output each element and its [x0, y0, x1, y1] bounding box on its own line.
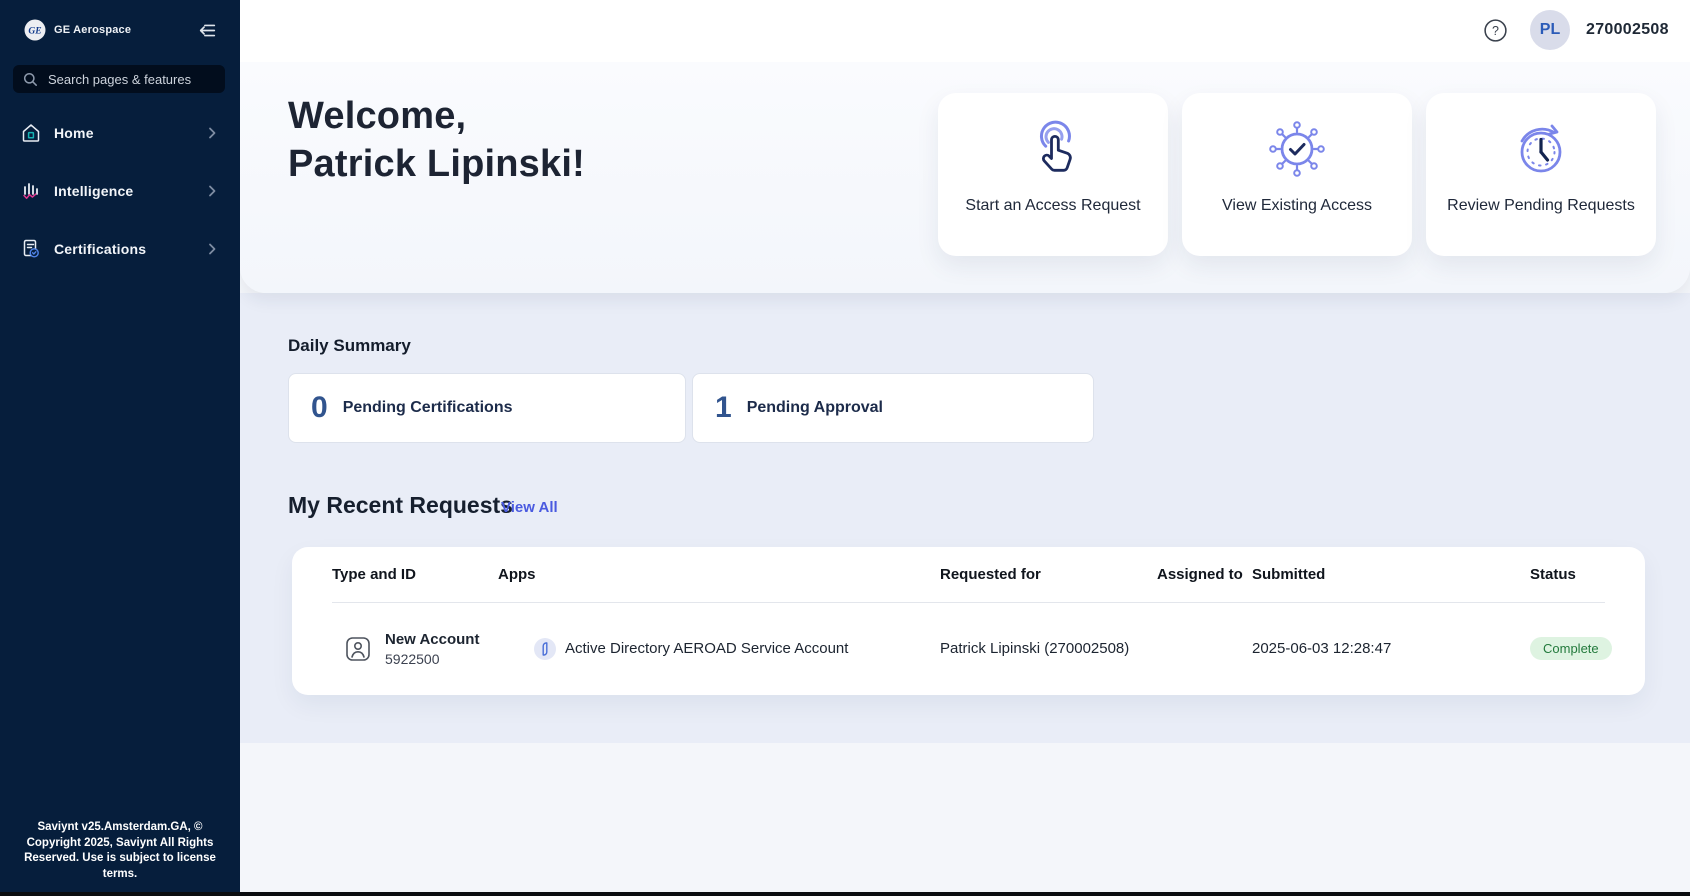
certifications-icon	[20, 238, 42, 260]
chevron-right-icon	[204, 241, 220, 257]
sidebar-item-label: Certifications	[54, 241, 146, 257]
cell-submitted: 2025-06-03 12:28:47	[1252, 640, 1530, 657]
clock-arrow-icon	[1503, 111, 1579, 187]
stat-value: 0	[311, 391, 328, 425]
brand-row: GE GE Aerospace	[0, 14, 240, 46]
sidebar-search	[13, 65, 225, 93]
avatar[interactable]: PL	[1530, 10, 1570, 50]
request-id: 5922500	[385, 651, 479, 667]
column-header-submitted: Submitted	[1252, 566, 1530, 583]
window-bottom-edge	[0, 892, 1690, 896]
stat-label: Pending Approval	[747, 399, 883, 417]
column-header-apps: Apps	[498, 566, 940, 583]
sidebar-item-label: Home	[54, 125, 94, 141]
column-header-type-and-id: Type and ID	[332, 566, 498, 583]
pending-certifications-card[interactable]: 0 Pending Certifications	[288, 373, 686, 443]
stat-value: 1	[715, 391, 732, 425]
quick-action-cards: Start an Access Request View Existing Ac…	[938, 93, 1656, 256]
svg-text:GE: GE	[28, 27, 41, 37]
recent-requests-table: Type and ID Apps Requested for Assigned …	[292, 547, 1645, 695]
column-header-requested-for: Requested for	[940, 566, 1157, 583]
chevron-right-icon	[204, 183, 220, 199]
column-header-assigned-to: Assigned to	[1157, 566, 1252, 583]
intelligence-icon	[20, 180, 42, 202]
svg-text:?: ?	[1492, 24, 1499, 38]
welcome-line1: Welcome,	[288, 95, 466, 137]
network-check-icon	[1259, 111, 1335, 187]
search-icon	[23, 72, 38, 87]
sidebar-item-intelligence[interactable]: Intelligence	[0, 162, 240, 220]
chevron-right-icon	[204, 125, 220, 141]
card-label: View Existing Access	[1222, 197, 1372, 215]
topbar: ? PL 270002508	[240, 0, 1690, 62]
card-label: Start an Access Request	[965, 197, 1140, 215]
table-row[interactable]: New Account 5922500 Active Directory AER…	[332, 603, 1605, 694]
cell-requested-for: Patrick Lipinski (270002508)	[940, 640, 1157, 657]
daily-summary-title: Daily Summary	[288, 336, 411, 356]
ge-logo-icon: GE	[24, 19, 46, 41]
table-header-row: Type and ID Apps Requested for Assigned …	[332, 547, 1605, 603]
recent-requests-title: My Recent Requests	[288, 492, 513, 519]
type-and-id-text: New Account 5922500	[385, 631, 479, 667]
view-existing-access-card[interactable]: View Existing Access	[1182, 93, 1412, 256]
sidebar-footer-text: Saviynt v25.Amsterdam.GA, © Copyright 20…	[0, 820, 240, 882]
app-badge-icon	[534, 638, 556, 660]
welcome-line2: Patrick Lipinski!	[288, 143, 585, 185]
sidebar-item-label: Intelligence	[54, 183, 133, 199]
brand-name: GE Aerospace	[54, 24, 131, 36]
cell-type-and-id: New Account 5922500	[332, 631, 498, 667]
status-badge: Complete	[1530, 637, 1612, 660]
pending-approval-card[interactable]: 1 Pending Approval	[692, 373, 1094, 443]
app-name: Active Directory AEROAD Service Account	[565, 640, 848, 657]
column-header-status: Status	[1530, 566, 1605, 583]
user-id: 270002508	[1586, 21, 1669, 39]
search-input[interactable]	[48, 72, 224, 87]
cell-apps: Active Directory AEROAD Service Account	[498, 638, 940, 660]
card-label: Review Pending Requests	[1447, 197, 1635, 215]
tap-hand-icon	[1015, 111, 1091, 187]
help-icon[interactable]: ?	[1481, 17, 1509, 45]
welcome-heading: Welcome, Patrick Lipinski!	[288, 92, 585, 188]
stat-label: Pending Certifications	[343, 399, 513, 417]
sidebar-item-home[interactable]: Home	[0, 104, 240, 162]
account-person-icon	[344, 635, 372, 663]
sidebar: GE GE Aerospace Home Intelligence	[0, 0, 240, 896]
sidebar-item-certifications[interactable]: Certifications	[0, 220, 240, 278]
sidebar-nav: Home Intelligence Certifications	[0, 104, 240, 278]
start-access-request-card[interactable]: Start an Access Request	[938, 93, 1168, 256]
request-type: New Account	[385, 631, 479, 648]
review-pending-requests-card[interactable]: Review Pending Requests	[1426, 93, 1656, 256]
sidebar-collapse-button[interactable]	[196, 19, 218, 41]
view-all-link[interactable]: View All	[501, 499, 558, 516]
home-icon	[20, 122, 42, 144]
cell-status: Complete	[1530, 637, 1605, 660]
daily-summary-stats: 0 Pending Certifications 1 Pending Appro…	[288, 373, 1094, 443]
hero-panel: Welcome, Patrick Lipinski! Start an Acce…	[240, 62, 1690, 293]
